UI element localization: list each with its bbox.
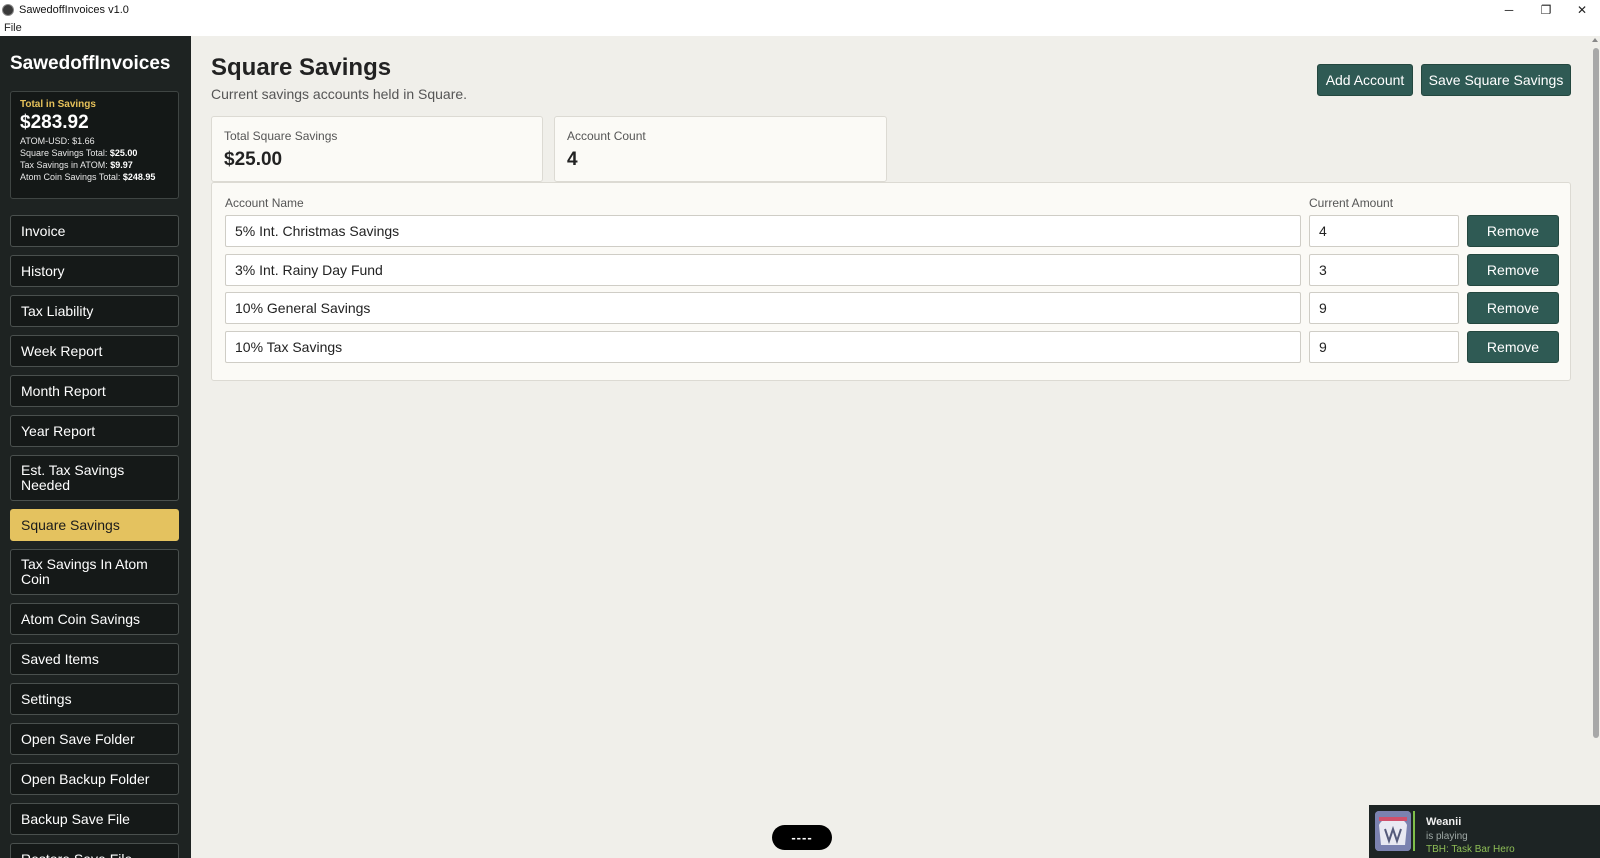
nav-tax-savings-atom[interactable]: Tax Savings In Atom Coin [10,549,179,595]
current-amount-input[interactable]: 9 [1309,292,1459,324]
add-account-button[interactable]: Add Account [1317,64,1413,96]
total-square-savings-value: $25.00 [224,149,283,170]
nav-atom-coin-savings[interactable]: Atom Coin Savings [10,603,179,635]
page-subtitle: Current savings accounts held in Square. [211,86,468,102]
accounts-table: Account Name Current Amount 5% Int. Chri… [211,182,1571,381]
account-name-input[interactable]: 3% Int. Rainy Day Fund [225,254,1301,286]
nav-saved-items[interactable]: Saved Items [10,643,179,675]
square-savings-total: Square Savings Total: $25.00 [20,148,138,158]
total-square-savings-label: Total Square Savings [224,129,338,143]
bottom-pill[interactable]: ---- [772,825,832,850]
nav-year-report[interactable]: Year Report [10,415,179,447]
nav-month-report[interactable]: Month Report [10,375,179,407]
menu-bar: File [0,19,1600,36]
window-title: SawedoffInvoices v1.0 [19,3,129,16]
toast-game-name: TBH: Task Bar Hero [1426,844,1515,855]
menu-file[interactable]: File [4,22,22,34]
total-square-savings-card: Total Square Savings $25.00 [211,116,543,182]
nav-invoice[interactable]: Invoice [10,215,179,247]
close-button[interactable]: ✕ [1564,0,1600,19]
remove-button[interactable]: Remove [1467,292,1559,324]
tax-savings-atom: Tax Savings in ATOM: $9.97 [20,160,133,170]
table-row: 3% Int. Rainy Day Fund 3 Remove [225,254,1559,286]
page-title: Square Savings [211,54,392,81]
summary-total: $283.92 [20,112,89,133]
nav-week-report[interactable]: Week Report [10,335,179,367]
account-count-value: 4 [567,149,578,170]
table-row: 10% General Savings 9 Remove [225,292,1559,324]
save-square-savings-button[interactable]: Save Square Savings [1421,64,1571,96]
nav-restore-save-file[interactable]: Restore Save File [10,843,179,858]
minimize-button[interactable]: ─ [1490,0,1528,19]
nav-open-save-folder[interactable]: Open Save Folder [10,723,179,755]
account-count-card: Account Count 4 [554,116,887,182]
scroll-up-icon[interactable] [1592,38,1598,42]
atom-price: ATOM-USD: $1.66 [20,136,95,146]
nav-est-tax-savings[interactable]: Est. Tax Savings Needed [10,455,179,501]
nav-open-backup-folder[interactable]: Open Backup Folder [10,763,179,795]
nav-history[interactable]: History [10,255,179,287]
nav-backup-save-file[interactable]: Backup Save File [10,803,179,835]
title-bar: SawedoffInvoices v1.0 ─ ❐ ✕ [0,0,1600,19]
toast-user-name: Weanii [1426,816,1462,828]
col-account-name: Account Name [225,196,304,210]
account-name-input[interactable]: 10% General Savings [225,292,1301,324]
remove-button[interactable]: Remove [1467,331,1559,363]
app-icon [2,3,14,16]
summary-label: Total in Savings [20,99,96,110]
atom-coin-total: Atom Coin Savings Total: $248.95 [20,172,156,182]
table-row: 10% Tax Savings 9 Remove [225,331,1559,363]
current-amount-input[interactable]: 9 [1309,331,1459,363]
sidebar: SawedoffInvoices Total in Savings $283.9… [0,36,191,858]
toast-accent-bar [1413,811,1415,851]
toast-status: is playing [1426,831,1468,842]
nav-square-savings[interactable]: Square Savings [10,509,179,541]
table-row: 5% Int. Christmas Savings 4 Remove [225,215,1559,247]
remove-button[interactable]: Remove [1467,215,1559,247]
current-amount-input[interactable]: 3 [1309,254,1459,286]
remove-button[interactable]: Remove [1467,254,1559,286]
vertical-scrollbar[interactable] [1591,36,1600,858]
main-content: Square Savings Current savings accounts … [191,36,1591,858]
account-name-input[interactable]: 10% Tax Savings [225,331,1301,363]
account-name-input[interactable]: 5% Int. Christmas Savings [225,215,1301,247]
nav-tax-liability[interactable]: Tax Liability [10,295,179,327]
current-amount-input[interactable]: 4 [1309,215,1459,247]
col-current-amount: Current Amount [1309,196,1394,210]
savings-summary: Total in Savings $283.92 ATOM-USD: $1.66… [10,91,179,199]
account-count-label: Account Count [567,129,646,143]
brand-title: SawedoffInvoices [10,53,171,74]
scroll-thumb[interactable] [1593,48,1599,738]
avatar [1375,811,1411,851]
maximize-button[interactable]: ❐ [1527,0,1565,19]
now-playing-toast[interactable]: Weanii is playing TBH: Task Bar Hero [1369,805,1600,858]
nav-settings[interactable]: Settings [10,683,179,715]
